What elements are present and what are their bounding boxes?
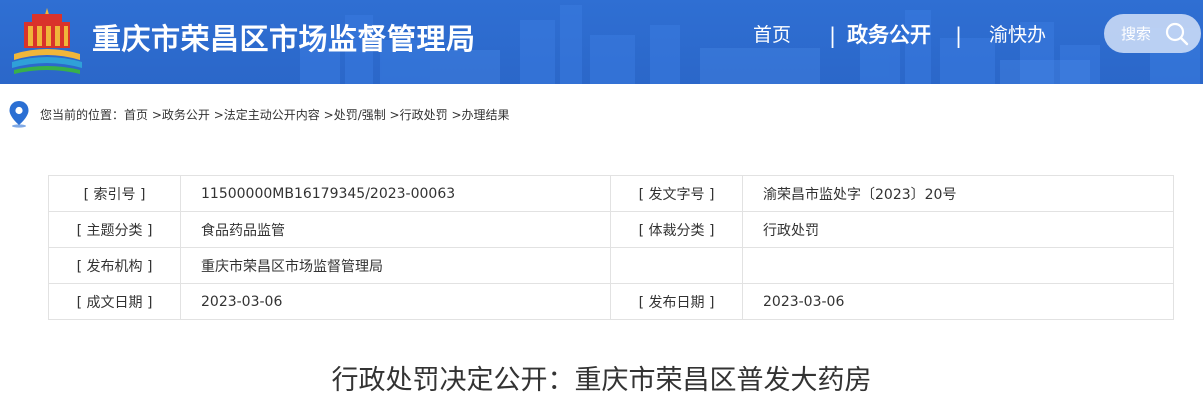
index-number-value: 11500000MB16179345/2023-00063: [180, 175, 611, 212]
breadcrumb-item-penalty-enforcement[interactable]: 处罚/强制: [334, 108, 386, 122]
nav-government-affairs[interactable]: 政务公开: [847, 21, 931, 49]
breadcrumb-separator: >: [385, 108, 400, 122]
breadcrumb-item-home[interactable]: 首页: [124, 108, 148, 122]
breadcrumb-item-results[interactable]: 办理结果: [462, 108, 510, 122]
topic-label: [ 主题分类 ]: [48, 211, 181, 248]
search-icon: [1165, 22, 1189, 46]
created-date-label: [ 成文日期 ]: [48, 283, 181, 320]
search-button[interactable]: 搜索: [1104, 14, 1201, 53]
search-label: 搜索: [1121, 25, 1152, 43]
logo-icon: [12, 8, 82, 74]
empty-cell: [742, 247, 1174, 284]
breadcrumb-item-administrative-penalty[interactable]: 行政处罚: [400, 108, 448, 122]
publisher-label: [ 发布机构 ]: [48, 247, 181, 284]
breadcrumb-item-government-affairs[interactable]: 政务公开: [162, 108, 210, 122]
nav-separator: |: [829, 24, 837, 48]
document-title: 行政处罚决定公开：重庆市荣昌区普发大药房: [331, 365, 872, 396]
published-date-value: 2023-03-06: [742, 283, 1174, 320]
topic-value: 食品药品监管: [180, 211, 611, 248]
site-header: 重庆市荣昌区市场监督管理局 首页 | 政务公开 | 渝快办 搜索: [0, 0, 1203, 84]
table-row: [ 主题分类 ] 食品药品监管 [ 体裁分类 ] 行政处罚: [48, 211, 1174, 248]
publisher-value: 重庆市荣昌区市场监督管理局: [180, 247, 611, 284]
nav-home[interactable]: 首页: [753, 21, 791, 49]
breadcrumb-separator: >: [209, 108, 224, 122]
table-row: [ 成文日期 ] 2023-03-06 [ 发布日期 ] 2023-03-06: [48, 283, 1174, 320]
genre-value: 行政处罚: [742, 211, 1174, 248]
published-date-label: [ 发布日期 ]: [610, 283, 743, 320]
breadcrumb-separator: >: [447, 108, 462, 122]
site-title: 重庆市荣昌区市场监督管理局: [92, 22, 476, 56]
location-pin-icon: [9, 101, 29, 128]
table-row: [ 发布机构 ] 重庆市荣昌区市场监督管理局: [48, 247, 1174, 284]
breadcrumb-item-statutory-disclosure[interactable]: 法定主动公开内容: [224, 108, 320, 122]
document-info-table: [ 索引号 ] 11500000MB16179345/2023-00063 [ …: [48, 175, 1174, 320]
breadcrumb-separator: >: [319, 108, 334, 122]
nav-yukuaiban[interactable]: 渝快办: [989, 21, 1046, 49]
index-number-label: [ 索引号 ]: [48, 175, 181, 212]
breadcrumb-separator: >: [148, 108, 162, 122]
genre-label: [ 体裁分类 ]: [610, 211, 743, 248]
empty-cell: [610, 247, 743, 284]
document-number-label: [ 发文字号 ]: [610, 175, 743, 212]
nav-separator: |: [955, 24, 963, 48]
breadcrumb-prefix: 您当前的位置：: [40, 108, 125, 122]
document-number-value: 渝荣昌市监处字〔2023〕20号: [742, 175, 1174, 212]
created-date-value: 2023-03-06: [180, 283, 611, 320]
table-row: [ 索引号 ] 11500000MB16179345/2023-00063 [ …: [48, 175, 1174, 212]
breadcrumb-trail: 您当前的位置：首页 >政务公开 >法定主动公开内容 >处罚/强制 >行政处罚 >…: [40, 106, 510, 123]
